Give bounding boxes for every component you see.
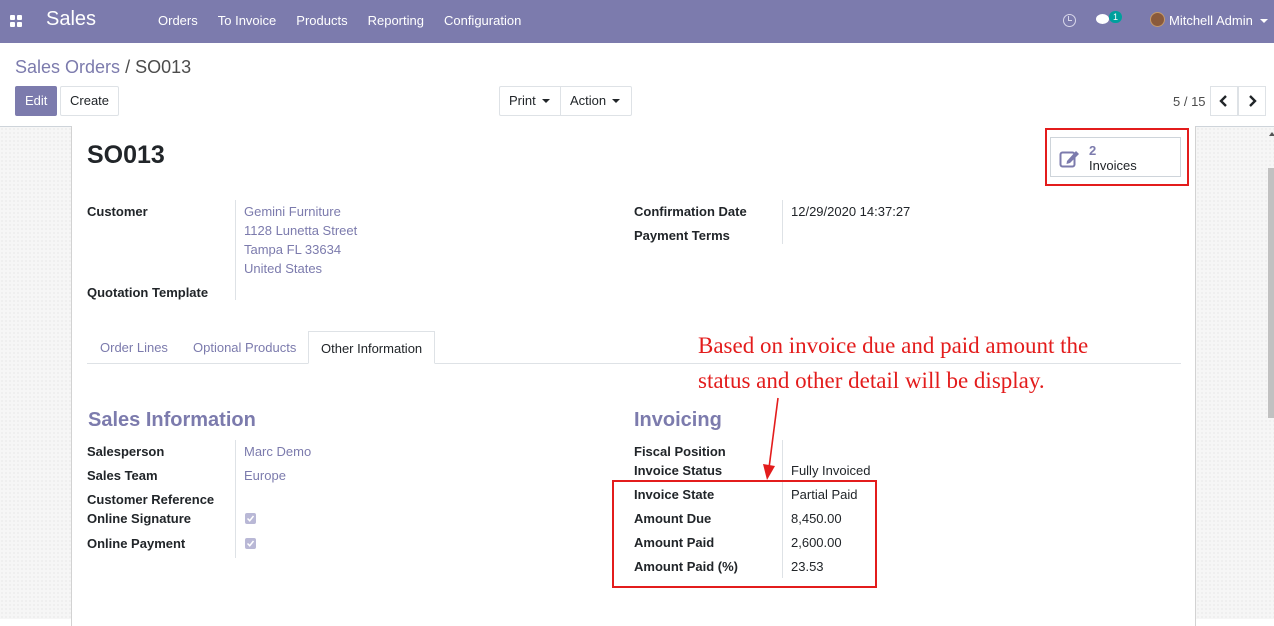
online-signature-checkbox[interactable]	[245, 513, 256, 524]
pager-value[interactable]: 5 / 15	[1173, 94, 1206, 109]
create-button[interactable]: Create	[60, 86, 120, 116]
customer-address-line[interactable]: 1128 Lunetta Street	[244, 223, 357, 238]
caret-down-icon	[612, 99, 621, 103]
caret-down-icon	[541, 99, 550, 103]
annotation-highlight-invoice-fields	[612, 480, 877, 588]
menu-item-reporting[interactable]: Reporting	[368, 13, 424, 28]
annotation-text-line1: Based on invoice due and paid amount the	[698, 333, 1089, 358]
print-dropdown-button[interactable]: Print	[499, 86, 561, 116]
customer-label: Customer	[87, 204, 148, 219]
checkmark-icon	[247, 515, 254, 522]
checkmark-icon	[247, 540, 254, 547]
action-dropdown-button[interactable]: Action	[560, 86, 632, 116]
annotation-highlight-smart-button	[1045, 128, 1189, 186]
quotation-template-label: Quotation Template	[87, 285, 209, 300]
scroll-up-icon[interactable]	[1269, 132, 1274, 136]
pager-next-button[interactable]	[1238, 86, 1266, 116]
apps-menu-icon[interactable]	[10, 15, 22, 27]
annotation-arrow-icon	[763, 397, 779, 480]
breadcrumb-separator: /	[125, 57, 131, 77]
online-payment-checkbox[interactable]	[245, 538, 256, 549]
customer-address-line[interactable]: Tampa FL 33634	[244, 242, 341, 257]
customer-name-link[interactable]: Gemini Furniture	[244, 204, 341, 219]
online-payment-label: Online Payment	[87, 536, 186, 551]
customer-reference-label: Customer Reference	[87, 492, 215, 507]
user-menu[interactable]: Mitchell Admin	[1169, 13, 1253, 28]
breadcrumb: Sales Orders / SO013	[15, 57, 191, 78]
sales-team-value[interactable]: Europe	[244, 468, 286, 483]
chevron-left-icon	[1219, 95, 1227, 107]
vertical-scrollbar[interactable]	[1268, 168, 1274, 418]
tab-optional-products[interactable]: Optional Products	[181, 331, 308, 364]
invoice-status-label: Invoice Status	[634, 463, 723, 478]
breadcrumb-current: SO013	[135, 57, 192, 77]
chat-badge: 1	[1109, 11, 1122, 23]
menu-item-configuration[interactable]: Configuration	[444, 13, 521, 28]
customer-address-line[interactable]: United States	[244, 261, 322, 276]
field-divider	[235, 200, 236, 300]
salesperson-value[interactable]: Marc Demo	[244, 444, 311, 459]
field-divider	[235, 440, 236, 558]
fiscal-position-label: Fiscal Position	[634, 444, 726, 459]
field-divider	[782, 200, 783, 244]
salesperson-label: Salesperson	[87, 444, 165, 459]
confirmation-date-label: Confirmation Date	[634, 204, 747, 219]
activity-clock-icon[interactable]	[1063, 14, 1076, 27]
chevron-right-icon	[1249, 95, 1257, 107]
chat-icon[interactable]	[1096, 14, 1109, 24]
invoicing-heading: Invoicing	[634, 409, 722, 431]
user-avatar[interactable]	[1150, 12, 1165, 27]
payment-terms-label: Payment Terms	[634, 228, 730, 243]
main-menu: Orders To Invoice Products Reporting Con…	[158, 13, 541, 28]
record-title: SO013	[87, 141, 165, 169]
print-label: Print	[509, 93, 536, 108]
invoice-status-value: Fully Invoiced	[791, 463, 871, 478]
sales-team-label: Sales Team	[87, 468, 158, 483]
app-name[interactable]: Sales	[46, 8, 96, 31]
sales-information-heading: Sales Information	[88, 409, 256, 431]
tab-order-lines[interactable]: Order Lines	[88, 331, 180, 364]
breadcrumb-parent[interactable]: Sales Orders	[15, 57, 120, 77]
edit-button[interactable]: Edit	[15, 86, 58, 116]
menu-item-products[interactable]: Products	[296, 13, 347, 28]
pager-previous-button[interactable]	[1210, 86, 1238, 116]
online-signature-label: Online Signature	[87, 511, 192, 526]
confirmation-date-value: 12/29/2020 14:37:27	[791, 204, 911, 219]
annotation-text-line2: status and other detail will be display.	[698, 368, 1045, 393]
tab-other-information[interactable]: Other Information	[308, 331, 436, 364]
action-label: Action	[570, 93, 607, 108]
menu-item-orders[interactable]: Orders	[158, 13, 198, 28]
user-caret-icon[interactable]	[1260, 19, 1268, 23]
top-navbar: Sales Orders To Invoice Products Reporti…	[0, 0, 1274, 43]
menu-item-to-invoice[interactable]: To Invoice	[218, 13, 277, 28]
